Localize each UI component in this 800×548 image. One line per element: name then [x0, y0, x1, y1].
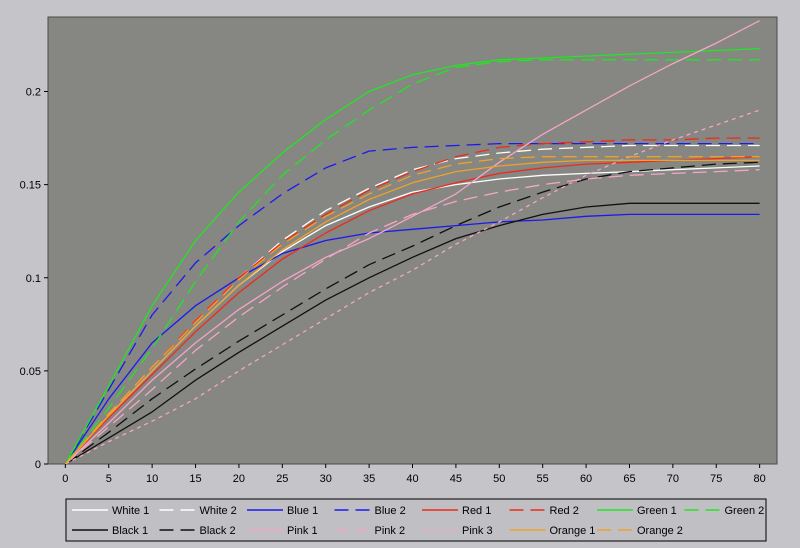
legend-label: Green 2 — [725, 505, 765, 517]
y-tick-label: 0 — [35, 459, 41, 471]
x-tick-label: 30 — [320, 473, 332, 485]
legend-label: White 1 — [112, 505, 149, 517]
plot-area — [48, 17, 777, 464]
legend-label: Black 2 — [200, 525, 236, 537]
x-tick-label: 60 — [580, 473, 592, 485]
y-tick-label: 0.1 — [26, 273, 41, 285]
chart-container: 0 0.05 0.1 0.15 0.2 0 5 10 15 20 25 30 35 40 45 50 55 60… — [0, 0, 800, 548]
x-axis: 0 5 10 15 20 25 30 35 40 45 50 55 60 65 70 75 80 — [62, 464, 765, 485]
y-tick-label: 0.2 — [26, 87, 41, 99]
x-tick-label: 70 — [667, 473, 679, 485]
legend-label: Green 1 — [637, 505, 677, 517]
y-axis: 0 0.05 0.1 0.15 0.2 — [20, 87, 48, 472]
x-tick-label: 75 — [710, 473, 722, 485]
x-tick-label: 5 — [106, 473, 112, 485]
x-tick-label: 50 — [493, 473, 505, 485]
legend-label: Red 2 — [550, 505, 579, 517]
legend-label: Orange 1 — [550, 525, 596, 537]
x-tick-label: 35 — [363, 473, 375, 485]
legend-label: Blue 1 — [287, 505, 318, 517]
legend-label: Red 1 — [462, 505, 491, 517]
legend: White 1 White 2 Blue 1 Blue 2 Red 1 Red 2 Gree… — [66, 499, 766, 541]
y-tick-label: 0.15 — [20, 180, 41, 192]
x-tick-label: 25 — [276, 473, 288, 485]
x-tick-label: 0 — [62, 473, 68, 485]
legend-label: White 2 — [200, 505, 237, 517]
legend-label: Pink 1 — [287, 525, 318, 537]
x-tick-label: 10 — [146, 473, 158, 485]
x-tick-label: 15 — [189, 473, 201, 485]
x-tick-label: 40 — [406, 473, 418, 485]
legend-label: Black 1 — [112, 525, 148, 537]
legend-label: Pink 2 — [375, 525, 406, 537]
y-tick-label: 0.05 — [20, 366, 41, 378]
x-tick-label: 80 — [754, 473, 766, 485]
x-tick-label: 45 — [450, 473, 462, 485]
x-tick-label: 65 — [623, 473, 635, 485]
line-chart: 0 0.05 0.1 0.15 0.2 0 5 10 15 20 25 30 35 40 45 50 55 60… — [0, 0, 800, 548]
x-tick-label: 55 — [537, 473, 549, 485]
legend-label: Pink 3 — [462, 525, 493, 537]
legend-label: Orange 2 — [637, 525, 683, 537]
legend-label: Blue 2 — [375, 505, 406, 517]
x-tick-label: 20 — [233, 473, 245, 485]
